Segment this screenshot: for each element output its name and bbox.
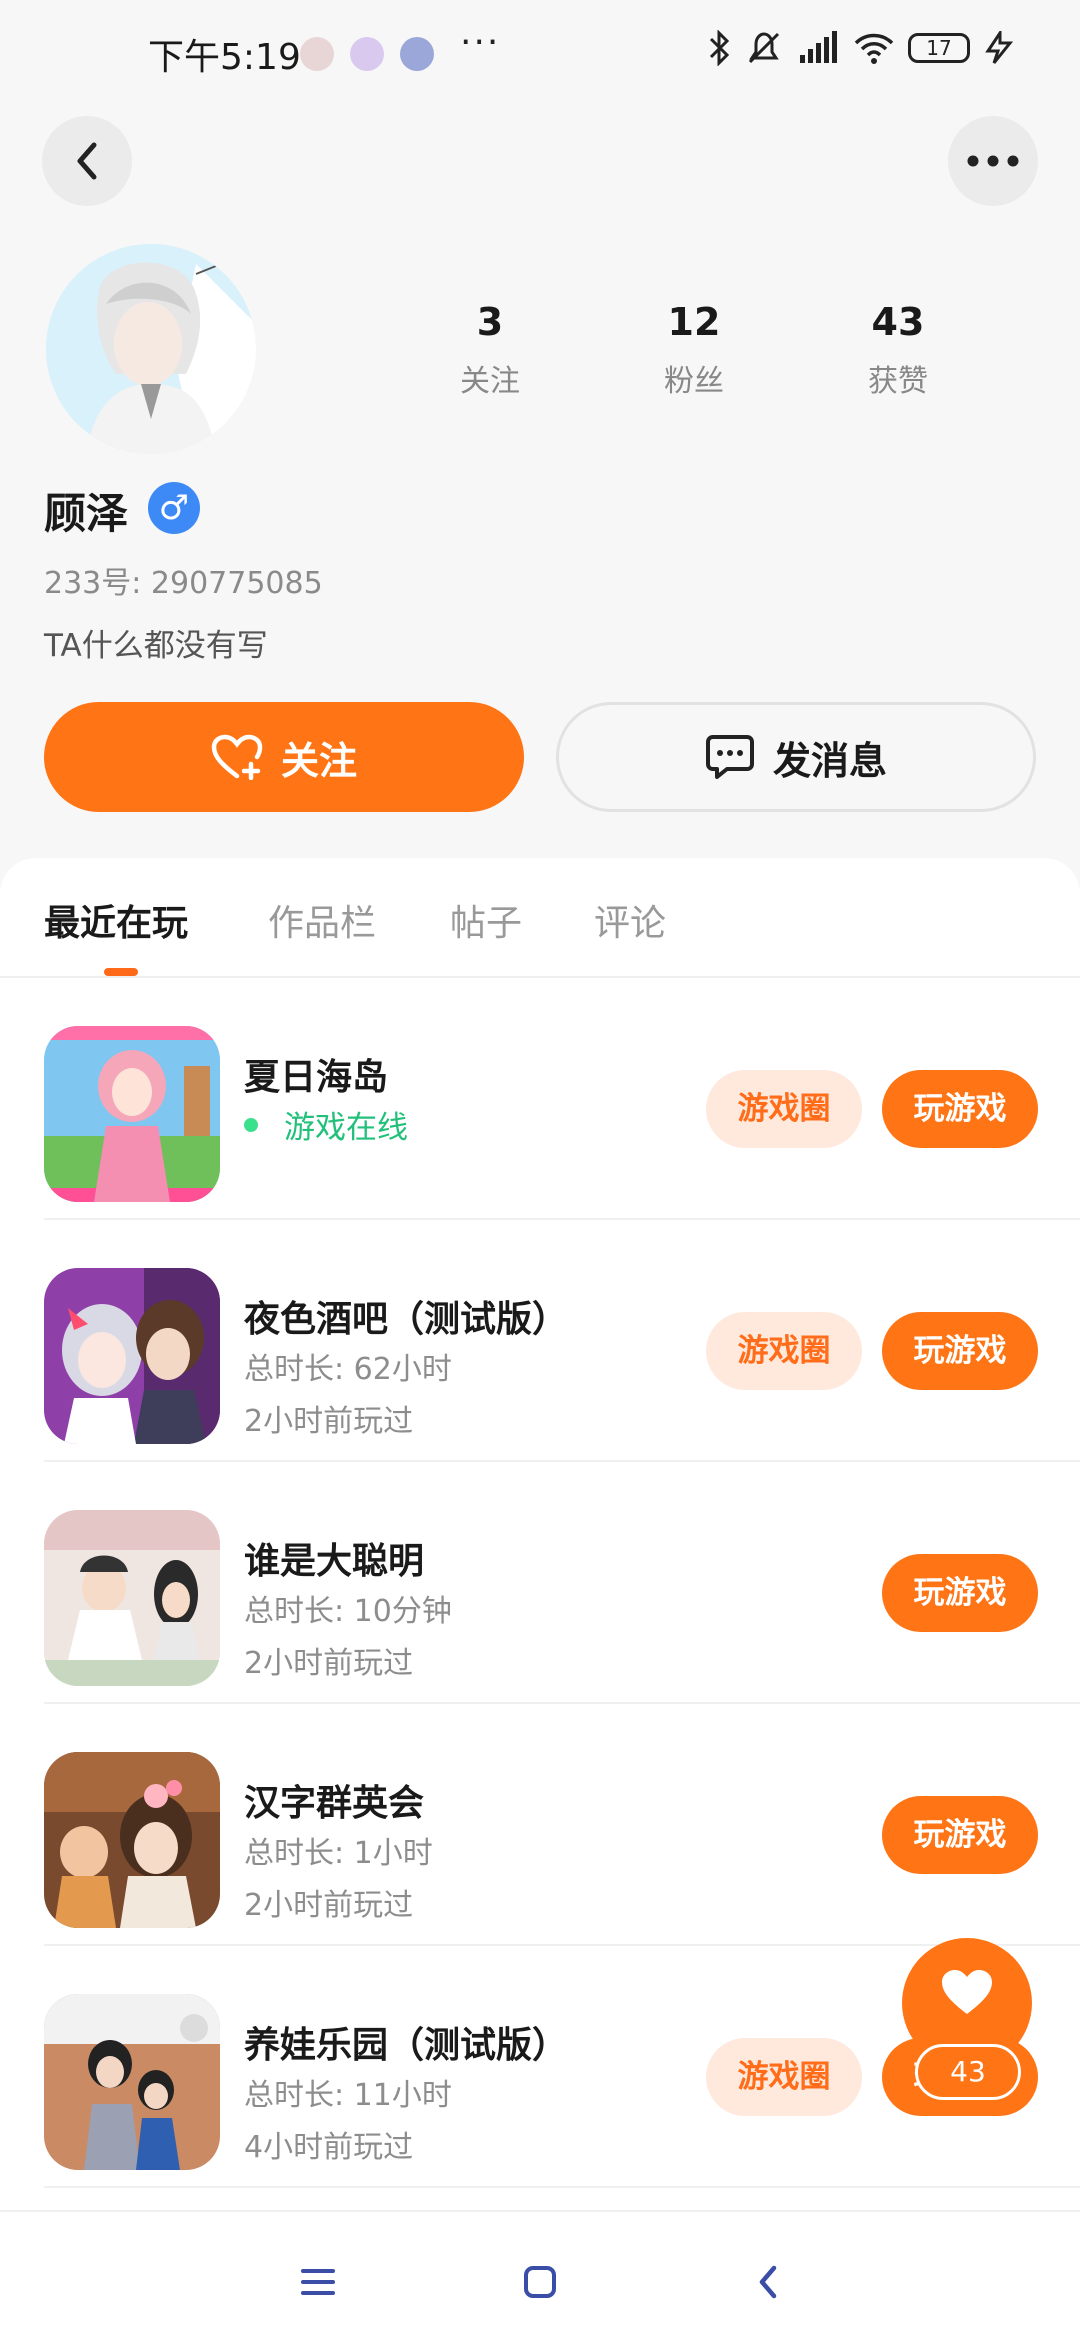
send-message-button[interactable]: 发消息 (556, 702, 1036, 812)
game-item[interactable]: 夏日海岛 游戏在线 游戏圈 玩游戏 (44, 978, 1080, 1220)
game-last-played: 2小时前玩过 (244, 1404, 414, 1439)
game-name: 养娃乐园（测试版） (244, 2025, 569, 2066)
stat-label: 粉丝 (664, 364, 724, 399)
system-nav-bar (0, 2210, 1080, 2340)
nav-home-button[interactable] (510, 2252, 570, 2312)
game-thumbnail (44, 1752, 220, 1928)
stat-value: 12 (667, 300, 721, 344)
bluetooth-icon (709, 30, 730, 66)
play-game-button[interactable]: 玩游戏 (882, 1796, 1038, 1874)
nav-menu-button[interactable] (288, 2252, 348, 2312)
online-dot-icon (244, 1117, 258, 1132)
game-item[interactable]: 谁是大聪明 总时长: 10分钟 2小时前玩过 玩游戏 (44, 1462, 1080, 1704)
chevron-left-icon (77, 142, 97, 180)
avatar[interactable] (46, 244, 256, 454)
male-gender-icon: ♂ (148, 482, 200, 534)
status-time: 下午5:19 (148, 37, 301, 78)
play-game-button[interactable]: 玩游戏 (882, 1312, 1038, 1390)
status-more-icon: ··· (460, 22, 501, 63)
charging-icon (985, 31, 1014, 64)
game-duration: 总时长: 1小时 (244, 1836, 433, 1871)
nav-back-button[interactable] (738, 2252, 798, 2312)
tab-bar: 最近在玩 作品栏 帖子 评论 (0, 858, 1080, 978)
play-game-button[interactable]: 玩游戏 (882, 1554, 1038, 1632)
home-square-icon (524, 2266, 556, 2298)
stat-value: 43 (871, 300, 925, 344)
game-last-played: 2小时前玩过 (244, 1888, 414, 1923)
game-last-played: 2小时前玩过 (244, 1646, 414, 1681)
app-notification-icon (400, 37, 434, 71)
stat-following[interactable]: 3 关注 (410, 300, 570, 400)
game-circle-button[interactable]: 游戏圈 (706, 1312, 862, 1390)
online-status-label: 游戏在线 (284, 1110, 408, 1146)
active-tab-indicator (104, 968, 138, 976)
menu-icon (301, 2269, 335, 2295)
like-count-badge: 43 (915, 2044, 1021, 2100)
stat-value: 3 (476, 300, 504, 344)
avatar-image (46, 244, 256, 454)
content-panel: 最近在玩 作品栏 帖子 评论 夏日海岛 游戏在线 游戏圈 玩游戏 夜色酒吧（测试… (0, 858, 1080, 2340)
message-label: 发消息 (772, 738, 887, 783)
app-notification-icon (300, 37, 334, 71)
tab-posts[interactable]: 帖子 (450, 894, 522, 946)
app-notification-icon (350, 37, 384, 71)
profile-screen: 下午5:19 ··· 17 3 关注 12 粉丝 43 获赞 顾泽 ♂ 233号… (0, 0, 1080, 2340)
stat-label: 获赞 (868, 364, 928, 399)
divider (44, 2186, 1080, 2188)
play-game-button[interactable]: 玩游戏 (882, 1070, 1038, 1148)
tab-recently-played[interactable]: 最近在玩 (44, 894, 188, 946)
more-options-button[interactable] (948, 116, 1038, 206)
game-circle-button[interactable]: 游戏圈 (706, 2038, 862, 2116)
game-thumbnail (44, 1268, 220, 1444)
follow-button[interactable]: 关注 (44, 702, 524, 812)
wifi-icon (854, 33, 894, 64)
game-last-played: 4小时前玩过 (244, 2130, 414, 2165)
heart-plus-icon (211, 734, 263, 780)
mute-bell-icon (748, 32, 780, 64)
username: 顾泽 (44, 489, 129, 538)
more-horizontal-icon (967, 155, 1019, 167)
game-duration: 总时长: 62小时 (244, 1352, 452, 1387)
battery-icon: 17 (908, 33, 970, 63)
game-thumbnail (44, 1510, 220, 1686)
signal-icon (800, 31, 837, 63)
game-circle-button[interactable]: 游戏圈 (706, 1070, 862, 1148)
stat-label: 关注 (460, 364, 520, 399)
game-name: 夏日海岛 (244, 1057, 389, 1098)
back-button[interactable] (42, 116, 132, 206)
game-name: 夜色酒吧（测试版） (244, 1299, 569, 1340)
user-id: 233号: 290775085 (44, 566, 323, 601)
status-bar: 下午5:19 ··· 17 (0, 0, 1080, 106)
game-duration: 总时长: 11小时 (244, 2078, 452, 2113)
game-name: 谁是大聪明 (244, 1541, 425, 1582)
status-icons: 17 (708, 30, 1014, 66)
stat-likes[interactable]: 43 获赞 (818, 300, 978, 400)
tab-works[interactable]: 作品栏 (268, 894, 376, 946)
stat-fans[interactable]: 12 粉丝 (614, 300, 774, 400)
game-name: 汉字群英会 (244, 1783, 425, 1824)
game-item[interactable]: 夜色酒吧（测试版） 总时长: 62小时 2小时前玩过 游戏圈 玩游戏 (44, 1220, 1080, 1462)
follow-label: 关注 (280, 738, 357, 783)
user-bio: TA什么都没有写 (44, 628, 268, 664)
chat-bubble-icon (705, 735, 754, 779)
chevron-left-icon (759, 2265, 777, 2299)
game-duration: 总时长: 10分钟 (244, 1594, 452, 1629)
game-item[interactable]: 汉字群英会 总时长: 1小时 2小时前玩过 玩游戏 (44, 1704, 1080, 1946)
online-status: 游戏在线 (244, 1102, 408, 1147)
tab-comments[interactable]: 评论 (594, 894, 666, 946)
game-thumbnail (44, 1026, 220, 1202)
game-thumbnail (44, 1994, 220, 2170)
heart-icon (942, 1970, 992, 2014)
